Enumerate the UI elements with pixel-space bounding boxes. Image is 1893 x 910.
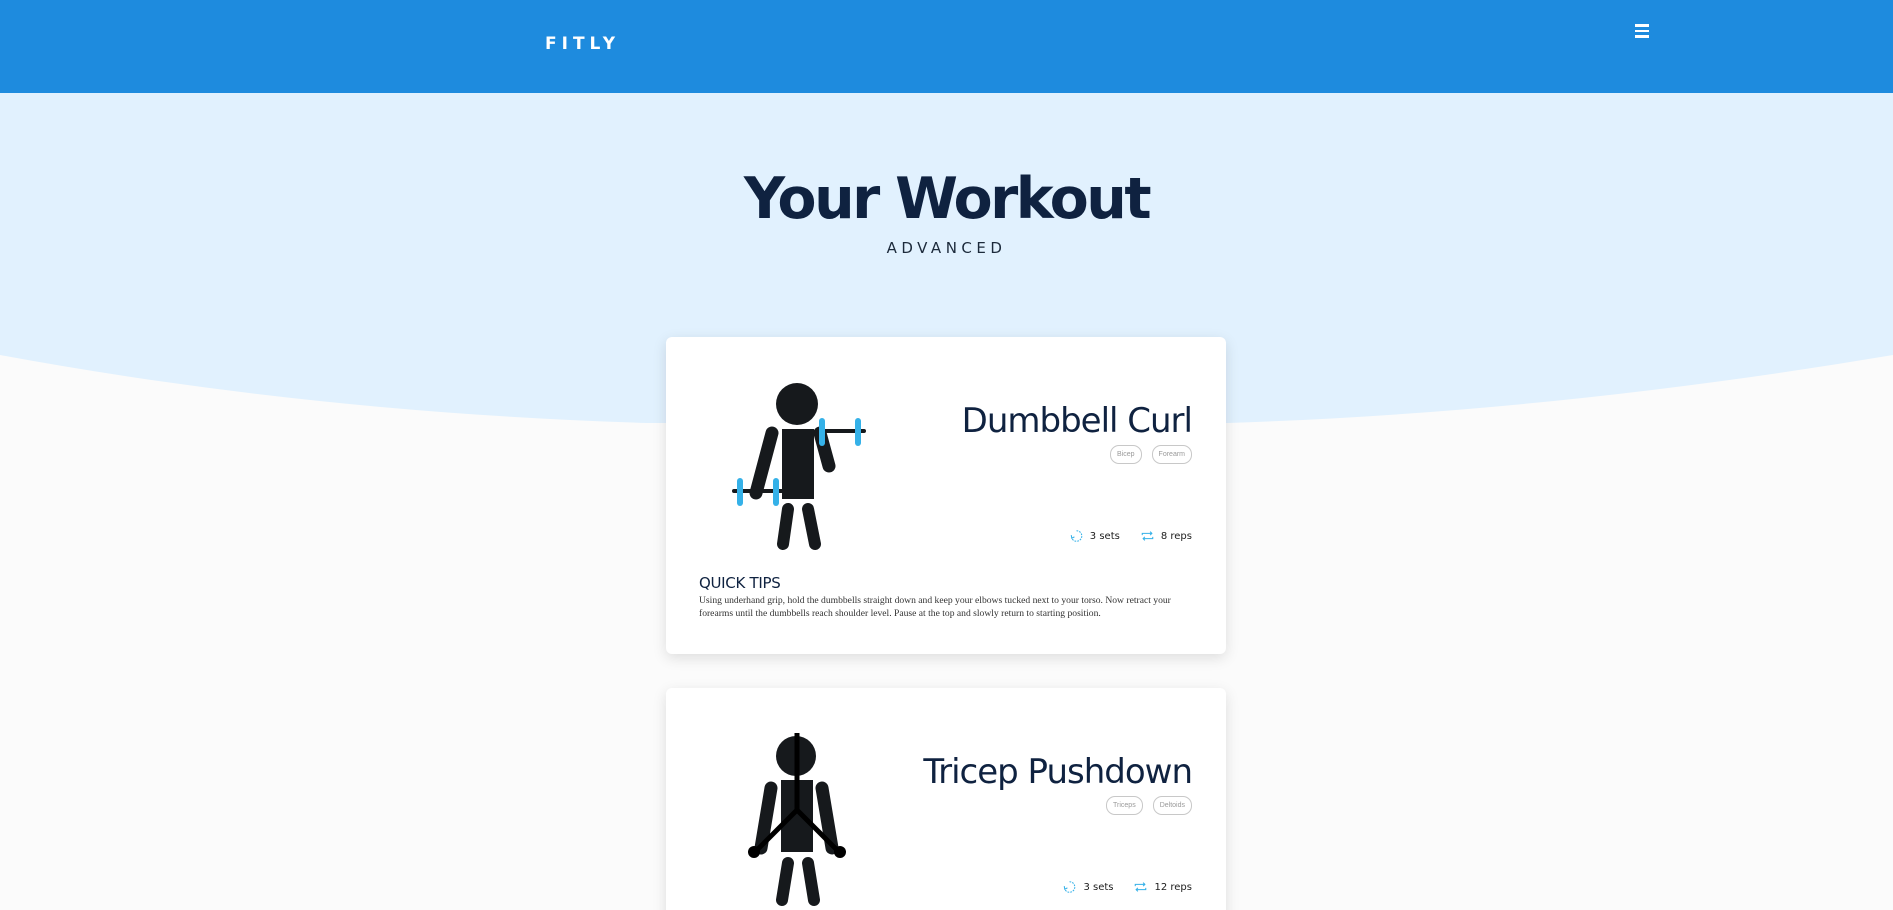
top-navbar: FITLY	[0, 0, 1893, 93]
dumbbell-curl-figure-icon	[732, 383, 866, 550]
cycle-icon	[1064, 881, 1076, 893]
cycle-icon	[1070, 530, 1083, 542]
reps-count: 12 reps	[1154, 881, 1192, 893]
sets-count: 3 sets	[1083, 881, 1114, 893]
workout-level: ADVANCED	[886, 239, 1007, 257]
page-title: Your Workout	[743, 166, 1152, 232]
quick-tips-heading: QUICK TIPS	[699, 574, 781, 592]
exercise-stats: 3 sets 8 reps	[1069, 529, 1192, 543]
muscle-tags: Bicep Forearm	[1110, 445, 1192, 464]
quick-tips-text: Using underhand grip, hold the dumbbells…	[699, 595, 1171, 619]
exercise-title: Dumbbell Curl	[961, 401, 1193, 441]
muscle-tag: Forearm	[1151, 445, 1192, 464]
sets-count: 3 sets	[1089, 530, 1120, 542]
exercise-card: Dumbbell Curl Bicep Forearm 3 sets 8 rep…	[666, 337, 1226, 654]
muscle-tags: Triceps Deltoids	[1106, 796, 1192, 815]
exercise-stats: 3 sets 12 reps	[1062, 880, 1192, 894]
tricep-pushdown-figure-icon	[748, 733, 846, 906]
exercise-title: Tricep Pushdown	[923, 752, 1193, 792]
hamburger-menu-icon[interactable]	[1635, 24, 1650, 41]
repeat-icon	[1141, 531, 1154, 541]
brand-logo[interactable]: FITLY	[545, 34, 620, 54]
reps-count: 8 reps	[1160, 530, 1192, 542]
muscle-tag: Bicep	[1110, 445, 1142, 464]
muscle-tag: Deltoids	[1152, 796, 1192, 815]
exercise-card: Tricep Pushdown Triceps Deltoids 3 sets …	[666, 688, 1226, 910]
repeat-icon	[1135, 882, 1147, 892]
muscle-tag: Triceps	[1106, 796, 1143, 815]
